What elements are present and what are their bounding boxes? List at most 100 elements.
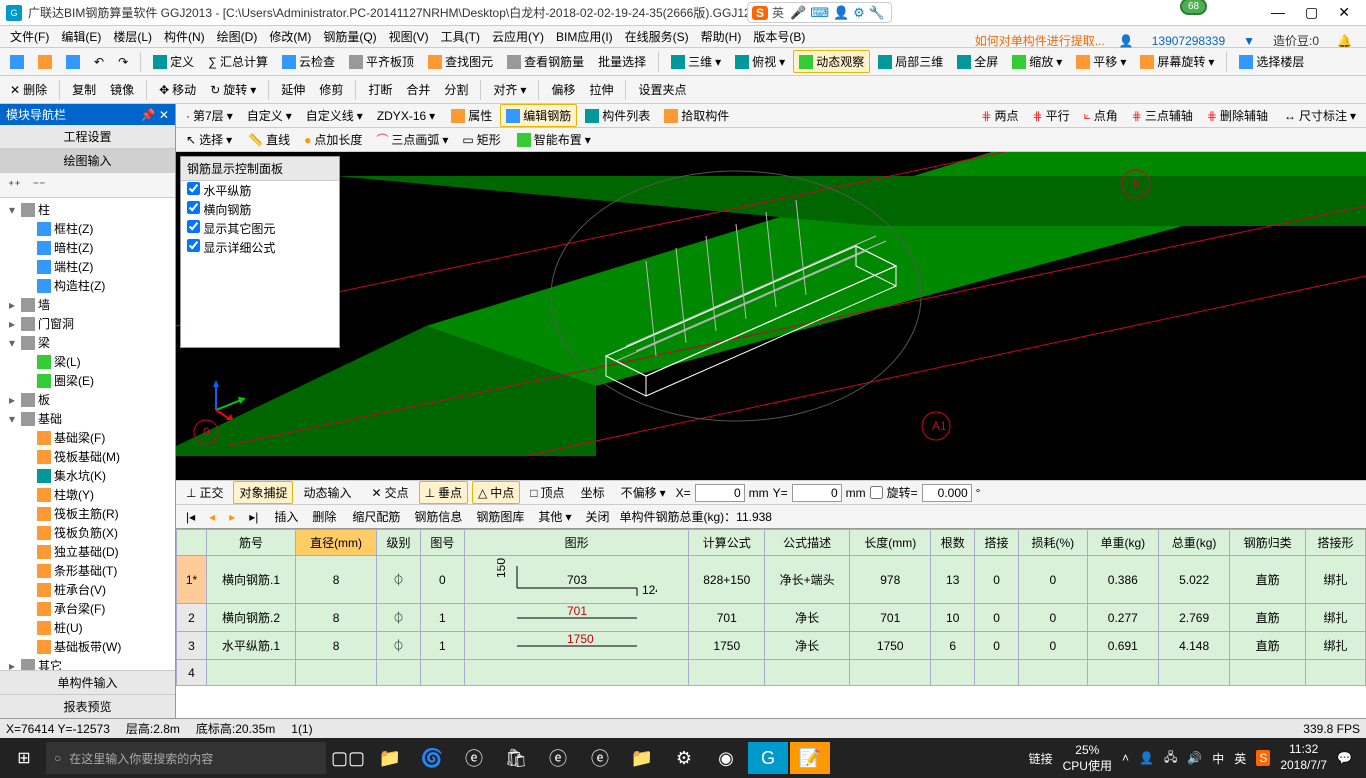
help-link[interactable]: 如何对单构件进行提取... [975,32,1105,49]
tab-draw-input[interactable]: 绘图输入 [0,149,175,173]
row-number[interactable]: 1* [177,556,207,604]
osnap-toggle[interactable]: 对象捕捉 [233,481,293,504]
menu-rebar[interactable]: 钢筋量(Q) [319,26,380,47]
chrome-icon[interactable]: ◉ [706,742,746,774]
rebar-info-button[interactable]: 钢筋信息 [408,505,468,528]
grid-header[interactable]: 计算公式 [689,530,765,556]
grid-header[interactable]: 级别 [377,530,421,556]
menu-help[interactable]: 帮助(H) [697,26,746,47]
break-button[interactable]: 打断 [362,78,398,101]
grid-cell[interactable]: ⏀ [377,556,421,604]
nav-next[interactable]: ▸ [223,507,241,527]
align-slab-button[interactable]: 平齐板顶 [343,50,420,73]
grid-header[interactable]: 总重(kg) [1158,530,1229,556]
grid-cell[interactable] [850,660,931,686]
x-input[interactable] [695,484,745,502]
mirror-button[interactable]: 镜像 [104,78,140,101]
close-grid-button[interactable]: 关闭 [579,505,615,528]
grid-cell[interactable]: 150703124 [464,556,689,604]
align-button[interactable]: 对齐 ▾ [487,78,532,101]
pick-component-button[interactable]: 拾取构件 [658,104,735,127]
grid-cell[interactable]: 0 [1018,604,1087,632]
other-button[interactable]: 其他 ▾ [532,505,577,528]
grid-cell[interactable]: 8 [296,632,377,660]
rotate-checkbox[interactable] [870,486,883,499]
start-button[interactable]: ⊞ [4,742,44,774]
grid-cell[interactable]: 8 [296,604,377,632]
grid-cell[interactable]: 701 [689,604,765,632]
nav-first[interactable]: |◂ [180,507,201,527]
grid-cell[interactable]: 2.769 [1158,604,1229,632]
grid-cell[interactable]: 绑扎 [1306,632,1366,660]
grid-cell[interactable]: 0 [975,604,1019,632]
select-floor-button[interactable]: 选择楼层 [1233,50,1310,73]
cortana-search[interactable]: ○ 在这里输入你要搜索的内容 [46,742,326,774]
grid-header[interactable]: 损耗(%) [1018,530,1087,556]
open-button[interactable] [32,52,58,72]
grid-header[interactable]: 搭接形 [1306,530,1366,556]
grid-cell[interactable]: 绑扎 [1306,604,1366,632]
rebar-library-button[interactable]: 钢筋图库 [470,505,530,528]
swirl-icon[interactable]: 🌀 [412,742,452,774]
grid-cell[interactable]: 1750 [689,632,765,660]
grid-cell[interactable] [931,660,975,686]
grid-cell[interactable] [1306,660,1366,686]
tab-project-settings[interactable]: 工程设置 [0,125,175,149]
tree-item[interactable]: 筏板基础(M) [2,447,173,466]
pin-icon[interactable]: 📌 ✕ [141,108,169,122]
explorer-icon[interactable]: 📁 [370,742,410,774]
id-select[interactable]: ZDYX-16 ▾ [371,106,441,126]
scale-rebar-button[interactable]: 缩尺配筋 [346,505,406,528]
menu-edit[interactable]: 编辑(E) [57,26,105,47]
menu-floor[interactable]: 楼层(L) [109,26,156,47]
rebar-display-panel[interactable]: 钢筋显示控制面板 水平纵筋 横向钢筋 显示其它图元 显示详细公式 [180,156,340,348]
fullscreen-button[interactable]: 全屏 [951,50,1004,73]
stretch-button[interactable]: 拉伸 [583,78,619,101]
edge-icon[interactable]: ⓔ [454,742,494,774]
volume-icon[interactable]: 🔊 [1187,751,1202,765]
tree-item[interactable]: 独立基础(D) [2,542,173,561]
table-row[interactable]: 3水平纵筋.18⏀117501750净长17506000.6914.148直筋绑… [177,632,1366,660]
grid-cell[interactable]: 净长 [765,604,850,632]
grid-header[interactable]: 钢筋归类 [1230,530,1306,556]
grid-cell[interactable]: 0 [1018,632,1087,660]
grid-cell[interactable]: 0 [975,556,1019,604]
grid-cell[interactable]: 4.148 [1158,632,1229,660]
delete-row-button[interactable]: 删除 [306,505,342,528]
save-button[interactable] [60,52,86,72]
type-select[interactable]: 自定义线 ▾ [300,104,369,127]
grid-header[interactable]: 直径(mm) [296,530,377,556]
screen-rotate-button[interactable]: 屏幕旋转 ▾ [1134,50,1220,73]
row-number[interactable]: 2 [177,604,207,632]
close-button[interactable]: ✕ [1338,4,1350,21]
tree-collapse-button[interactable]: ⁻⁻ [27,175,52,195]
delete-axis-button[interactable]: ⋕ 删除辅轴 [1201,104,1274,127]
view-top-button[interactable]: 俯视 ▾ [729,50,791,73]
point-angle-button[interactable]: ⟀ 点角 [1078,104,1124,127]
menu-file[interactable]: 文件(F) [6,26,53,47]
menu-bim[interactable]: BIM应用(I) [552,26,617,47]
grid-cell[interactable]: 0 [975,632,1019,660]
table-row[interactable]: 2横向钢筋.28⏀1701701净长70110000.2772.769直筋绑扎 [177,604,1366,632]
no-offset-select[interactable]: 不偏移 ▾ [615,481,672,504]
batch-select-button[interactable]: 批量选择 [592,50,652,73]
menu-modify[interactable]: 修改(M) [265,26,315,47]
offset-button[interactable]: 偏移 [545,78,581,101]
grid-cell[interactable]: 1 [420,632,464,660]
rotate-input[interactable] [922,484,972,502]
grid-cell[interactable]: 净长 [765,632,850,660]
grid-cell[interactable]: 828+150 [689,556,765,604]
tree-item[interactable]: ▾梁 [2,333,173,352]
tab-single-input[interactable]: 单构件输入 [0,670,175,694]
grid-cell[interactable] [1087,660,1158,686]
component-list-button[interactable]: 构件列表 [579,104,656,127]
tree-item[interactable]: 承台梁(F) [2,599,173,618]
split-button[interactable]: 分割 [438,78,474,101]
menu-version[interactable]: 版本号(B) [749,26,809,47]
tray-up-icon[interactable]: ˄ [1122,751,1129,765]
category-select[interactable]: 自定义 ▾ [241,104,298,127]
row-number[interactable]: 4 [177,660,207,686]
grid-header[interactable]: 图号 [420,530,464,556]
tree-item[interactable]: ▸其它 [2,656,173,670]
snap-perp[interactable]: ⊥ 垂点 [419,481,468,504]
